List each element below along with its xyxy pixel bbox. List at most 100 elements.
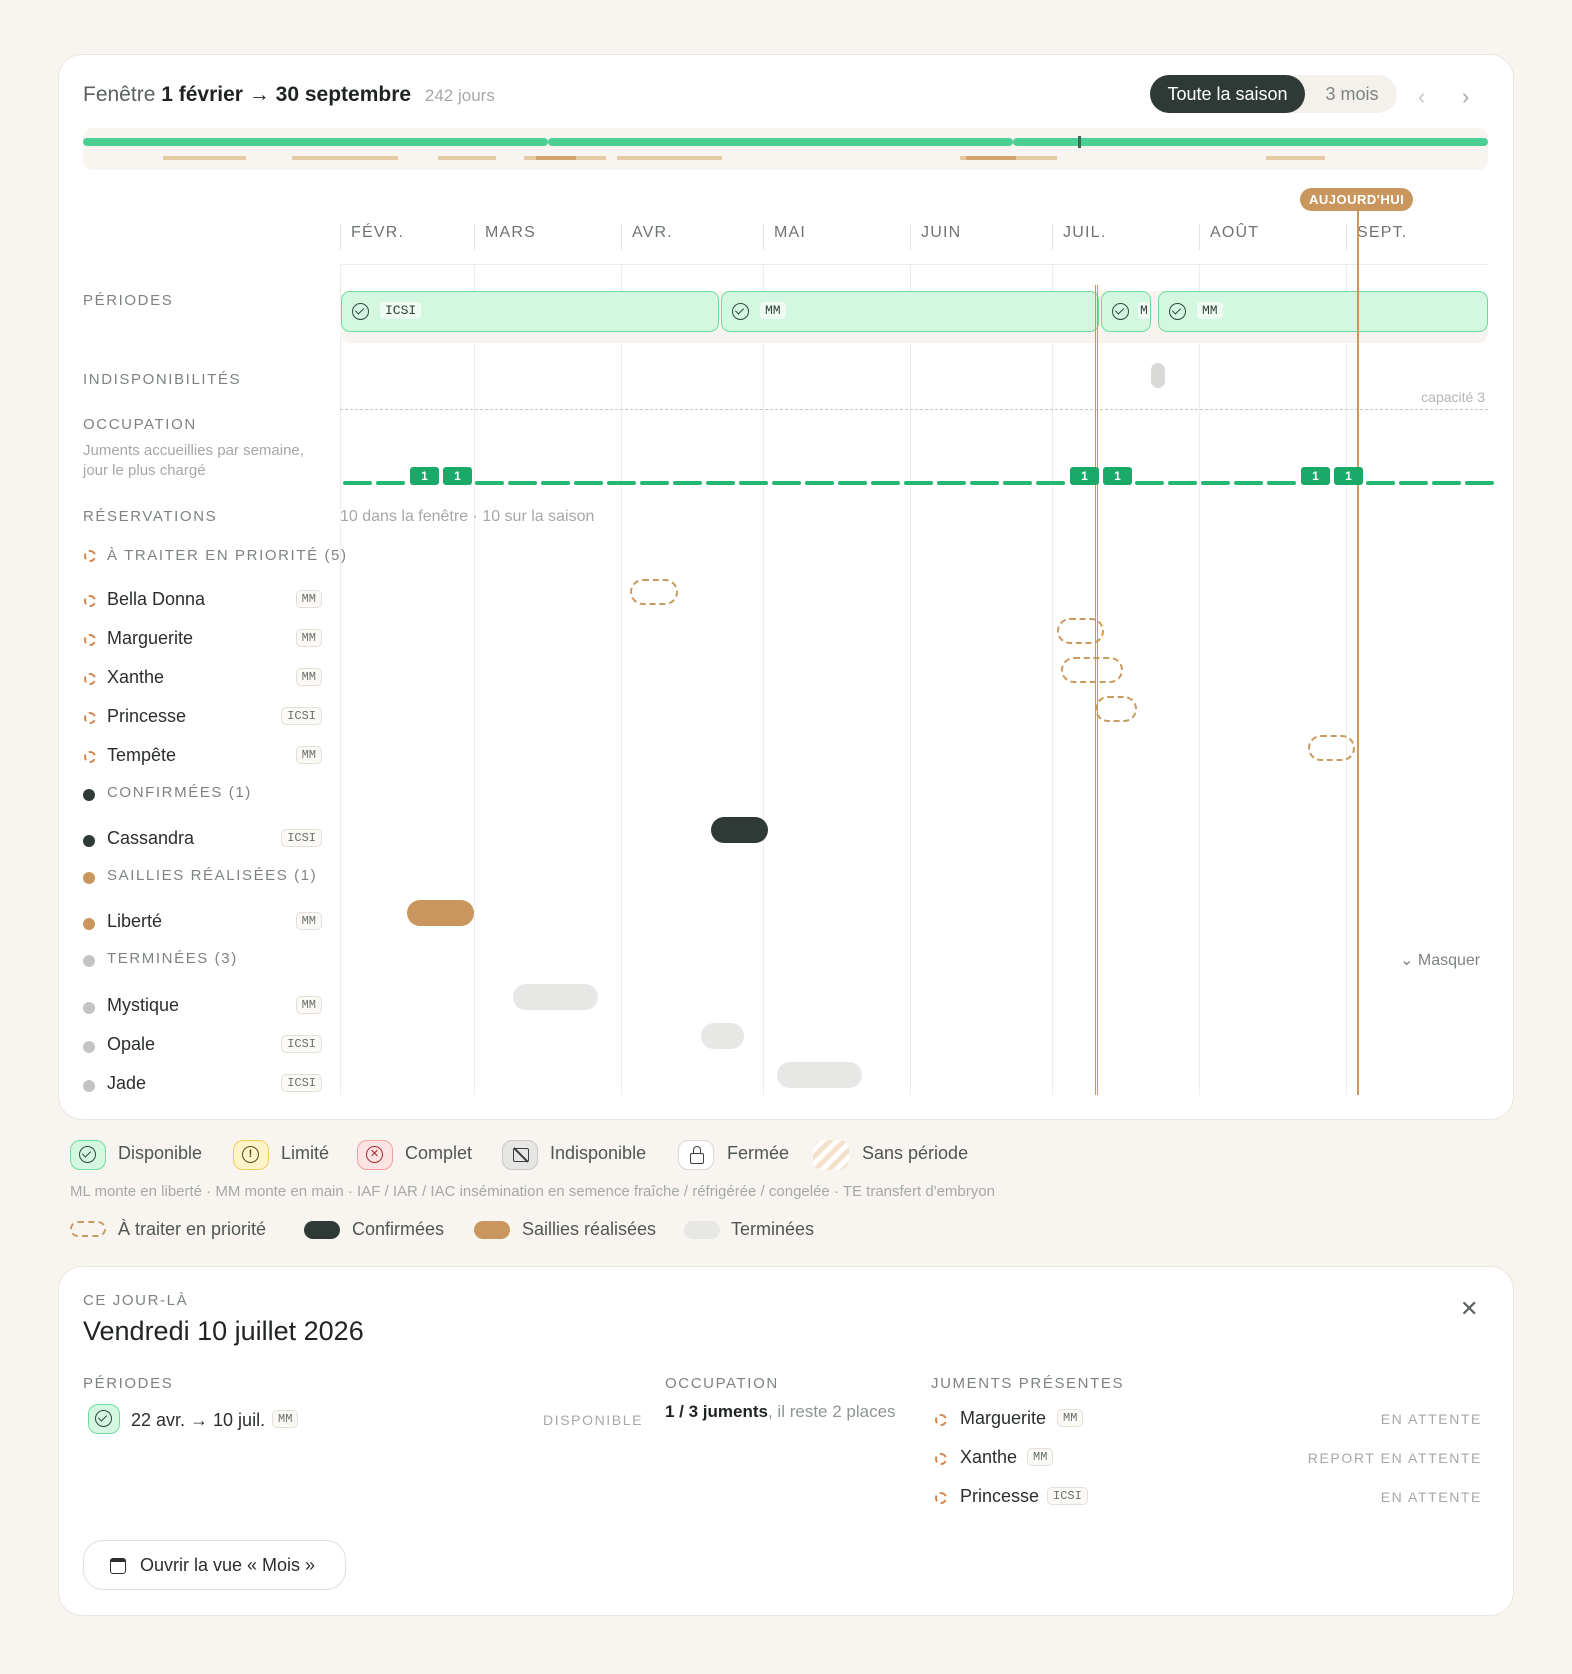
occupation-week-bar[interactable] [343, 481, 372, 485]
reservation-tag: ICSI [281, 1035, 322, 1053]
reservation-bar[interactable] [777, 1062, 862, 1088]
day-periods-heading: PÉRIODES [83, 1375, 174, 1392]
occupation-week-bar[interactable] [640, 481, 669, 485]
close-icon[interactable]: ✕ [1460, 1296, 1478, 1322]
reservation-bar[interactable] [513, 984, 598, 1010]
occupation-week-bar[interactable] [739, 481, 768, 485]
season-minimap[interactable] [83, 128, 1488, 170]
reservation-bar[interactable] [701, 1023, 744, 1049]
reservation-name[interactable]: Liberté [107, 911, 162, 932]
legend-limited-chip: ! [233, 1140, 269, 1170]
occupation-week-bar[interactable] [1003, 481, 1032, 485]
reservation-tag: ICSI [281, 829, 322, 847]
day-period-status: DISPONIBLE [543, 1412, 644, 1428]
reservation-bar[interactable] [630, 579, 678, 605]
prev-arrow-icon[interactable]: ‹ [1418, 84, 1425, 110]
reservation-name[interactable]: Tempête [107, 745, 176, 766]
occupation-week-bar[interactable] [970, 481, 999, 485]
next-arrow-icon[interactable]: › [1462, 84, 1469, 110]
occupation-week-bar[interactable] [673, 481, 702, 485]
legend-no-period-chip [813, 1140, 849, 1170]
occupation-subtitle: Juments accueillies par semaine, jour le… [83, 442, 304, 479]
period-bar[interactable]: M [1101, 291, 1151, 332]
occupation-week-bar[interactable] [1366, 481, 1395, 485]
occupation-week-count[interactable]: 1 [443, 467, 472, 485]
occupation-week-bar[interactable] [1036, 481, 1065, 485]
group-priority-label: À TRAITER EN PRIORITÉ (5) [107, 547, 348, 564]
period-bar[interactable]: MM [1158, 291, 1488, 332]
occupation-week-bar[interactable] [1267, 481, 1296, 485]
occupation-week-bar[interactable] [805, 481, 834, 485]
month-label: FÉVR. [340, 224, 404, 250]
occupation-week-bar[interactable] [574, 481, 603, 485]
reservation-name[interactable]: Opale [107, 1034, 155, 1055]
occupation-week-bar[interactable] [1234, 481, 1263, 485]
season-view-button[interactable]: Toute la saison [1150, 75, 1305, 113]
legend-finished-label: Terminées [731, 1219, 815, 1239]
open-month-view-button[interactable]: Ouvrir la vue « Mois » [83, 1540, 346, 1590]
mare-name[interactable]: Princesse [960, 1486, 1039, 1507]
unavailability-marker[interactable] [1151, 363, 1165, 388]
occupation-week-count[interactable]: 1 [1070, 467, 1099, 485]
mare-name[interactable]: Marguerite [960, 1408, 1046, 1429]
occupation-week-bar[interactable] [541, 481, 570, 485]
reservation-name[interactable]: Cassandra [107, 828, 194, 849]
month-label: AOÛT [1199, 224, 1259, 250]
reservation-name[interactable]: Bella Donna [107, 589, 205, 610]
available-check-icon [1112, 303, 1129, 320]
pending-status-icon [84, 673, 96, 685]
occupation-week-bar[interactable] [508, 481, 537, 485]
reservation-tag: ICSI [281, 707, 322, 725]
reservation-tag: MM [295, 996, 322, 1014]
occupation-week-bar[interactable] [871, 481, 900, 485]
occupation-week-bar[interactable] [1201, 481, 1230, 485]
minimap-period-bar [1013, 138, 1488, 146]
occupation-week-bar[interactable] [1135, 481, 1164, 485]
occupation-week-count[interactable]: 1 [410, 467, 439, 485]
occupation-week-bar[interactable] [1399, 481, 1428, 485]
reservation-bar[interactable] [1095, 696, 1137, 722]
reservation-name[interactable]: Marguerite [107, 628, 193, 649]
reservation-name[interactable]: Mystique [107, 995, 179, 1016]
occupation-week-count[interactable]: 1 [1301, 467, 1330, 485]
period-bar[interactable]: ICSI [341, 291, 719, 332]
occupation-week-bar[interactable] [838, 481, 867, 485]
finished-dot-icon [83, 1080, 95, 1092]
occupation-week-bar[interactable] [904, 481, 933, 485]
reservation-name[interactable]: Jade [107, 1073, 146, 1094]
reservation-tag: MM [295, 912, 322, 930]
legend-priority-swatch [70, 1221, 106, 1237]
minimap-reservation [1266, 156, 1325, 160]
occupation-week-bar[interactable] [376, 481, 405, 485]
minimap-reservation [617, 156, 722, 160]
reservation-bar[interactable] [711, 817, 768, 843]
occupation-week-bar[interactable] [1168, 481, 1197, 485]
selected-day-line [1095, 285, 1098, 1095]
window-prefix: Fenêtre [83, 83, 156, 106]
reservation-bar[interactable] [1061, 657, 1123, 683]
reservation-name[interactable]: Xanthe [107, 667, 164, 688]
occupation-week-bar[interactable] [1465, 481, 1494, 485]
period-tag: ICSI [380, 302, 422, 319]
minimap-reservation [163, 156, 246, 160]
hide-finished-button[interactable]: ⌄ Masquer [1400, 950, 1480, 970]
period-bar[interactable]: MM [721, 291, 1099, 332]
reservation-name[interactable]: Princesse [107, 706, 186, 727]
minimap-reservation [966, 156, 1016, 160]
occupation-week-bar[interactable] [772, 481, 801, 485]
occupation-week-bar[interactable] [937, 481, 966, 485]
occupation-week-bar[interactable] [1432, 481, 1461, 485]
occupation-week-bar[interactable] [475, 481, 504, 485]
mare-name[interactable]: Xanthe [960, 1447, 1017, 1468]
abbreviations-note: ML monte en liberté · MM monte en main ·… [70, 1183, 995, 1200]
full-x-icon: ✕ [366, 1146, 383, 1163]
reservation-bar[interactable] [407, 900, 474, 926]
day-mares-heading: JUMENTS PRÉSENTES [931, 1375, 1125, 1392]
occupation-week-bar[interactable] [706, 481, 735, 485]
occupation-week-count[interactable]: 1 [1103, 467, 1132, 485]
occupation-week-count[interactable]: 1 [1334, 467, 1363, 485]
reservation-bar[interactable] [1308, 735, 1355, 761]
occupation-week-bar[interactable] [607, 481, 636, 485]
grid-line [340, 265, 341, 1095]
three-months-button[interactable]: 3 mois [1312, 75, 1392, 113]
